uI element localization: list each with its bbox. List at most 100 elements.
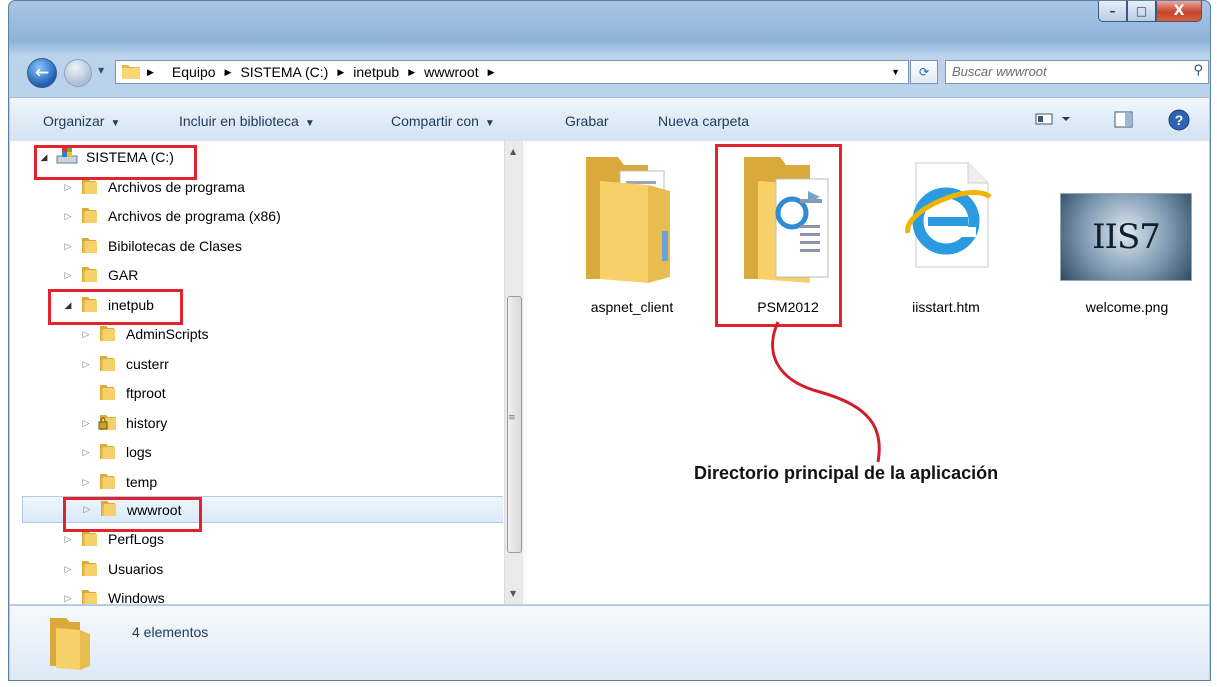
expand-arrow-icon[interactable]: ▷: [62, 270, 74, 281]
highlight-drive-box: [34, 145, 197, 180]
maximize-button[interactable]: □: [1127, 1, 1156, 22]
expand-arrow-icon[interactable]: ▷: [62, 211, 74, 222]
folder-icon: [50, 618, 90, 670]
address-dropdown-icon[interactable]: ▼: [891, 67, 900, 77]
expand-arrow-icon[interactable]: ▷: [62, 182, 74, 193]
tree-item[interactable]: ▷ Usuarios: [62, 557, 503, 581]
tree-item[interactable]: ▷ history: [80, 411, 503, 435]
annotation-connector: [771, 321, 881, 463]
minimize-button[interactable]: –: [1098, 1, 1127, 22]
search-input[interactable]: [952, 63, 1172, 80]
internet-explorer-document-icon: [905, 162, 992, 268]
tree-item[interactable]: ▷ AdminScripts: [80, 322, 503, 346]
folder-icon: [98, 442, 118, 463]
file-name: welcome.png: [1085, 299, 1169, 315]
expand-arrow-icon[interactable]: ▷: [80, 418, 92, 429]
address-bar[interactable]: ▶ Equipo ▶ SISTEMA (C:) ▶ inetpub ▶ wwwroot…: [115, 60, 909, 84]
forward-arrow-icon: →: [70, 63, 86, 83]
folder-icon: [80, 206, 100, 227]
tree-item-label: Archivos de programa: [108, 179, 245, 195]
file-item[interactable]: IIS7 welcome.png: [1052, 151, 1202, 315]
tree-item-label: temp: [126, 474, 158, 490]
breadcrumb-item[interactable]: SISTEMA (C:) ▶: [240, 64, 344, 80]
file-name: iisstart.htm: [912, 299, 980, 315]
refresh-button[interactable]: ⟳: [910, 60, 938, 84]
close-button[interactable]: X: [1156, 1, 1202, 22]
tree-item[interactable]: ▷ logs: [80, 440, 503, 464]
details-pane: 4 elementos: [10, 605, 1209, 680]
chevron-down-icon: ▼: [304, 118, 315, 129]
new-folder-button[interactable]: Nueva carpeta: [658, 113, 749, 129]
folder-icon: [80, 559, 100, 580]
tree-item-label: logs: [126, 444, 152, 460]
annotation-text: Directorio principal de la aplicación: [694, 463, 999, 483]
folder-icon: [586, 157, 670, 283]
highlight-inetpub-box: [48, 289, 183, 325]
tree-item-label: history: [126, 415, 168, 431]
forward-button[interactable]: →: [64, 59, 92, 87]
preview-pane-button[interactable]: [1114, 111, 1134, 132]
tree-item[interactable]: ▷ Windows: [62, 586, 503, 604]
organize-menu[interactable]: Organizar ▼: [43, 113, 120, 129]
folder-icon: [80, 588, 100, 604]
tree-item-label: Usuarios: [108, 561, 164, 577]
chevron-down-icon: ▼: [110, 118, 121, 129]
chevron-right-icon: ▶: [487, 66, 495, 77]
back-arrow-icon: ←: [34, 63, 50, 83]
tree-item-label: PerfLogs: [108, 531, 165, 547]
svg-text:?: ?: [1175, 112, 1184, 128]
expand-arrow-icon[interactable]: ▷: [80, 359, 92, 370]
tree-item[interactable]: ▷ custerr: [80, 352, 503, 376]
tree-item[interactable]: ftproot: [80, 381, 503, 405]
navigation-bar: ← → ▼ ▶ Equipo ▶ SISTEMA (C:) ▶ inetpub ▶ w…: [17, 56, 1209, 88]
tree-item-label: AdminScripts: [126, 326, 209, 342]
back-button[interactable]: ←: [27, 58, 57, 88]
breadcrumb-item[interactable]: wwwroot ▶: [424, 64, 494, 80]
highlight-psm2012-box: [715, 144, 842, 327]
folder-icon: [98, 324, 118, 345]
folder-icon: [121, 62, 141, 83]
breadcrumb-item[interactable]: Equipo ▶: [172, 64, 232, 80]
include-library-menu[interactable]: Incluir en biblioteca ▼: [179, 113, 315, 129]
folder-icon: [80, 236, 100, 257]
expand-arrow-icon[interactable]: ▷: [80, 329, 92, 340]
scrollbar-thumb[interactable]: [507, 296, 522, 553]
share-with-menu[interactable]: Compartir con ▼: [391, 113, 495, 129]
file-name: aspnet_client: [590, 299, 674, 315]
folder-icon: [98, 354, 118, 375]
expand-arrow-icon[interactable]: ▷: [62, 534, 74, 545]
burn-button[interactable]: Grabar: [565, 113, 609, 129]
expand-arrow-icon[interactable]: ▷: [80, 477, 92, 488]
breadcrumb-item[interactable]: inetpub ▶: [353, 64, 415, 80]
search-icon[interactable]: ⚲: [1193, 63, 1203, 78]
file-item[interactable]: aspnet_client: [562, 151, 702, 315]
help-button[interactable]: ?: [1168, 109, 1190, 134]
item-count: 4 elementos: [132, 624, 209, 640]
tree-item[interactable]: ▷ Bibilotecas de Clases: [62, 234, 503, 258]
file-item[interactable]: iisstart.htm: [886, 151, 1006, 315]
thumbnail-text: IIS7: [1092, 217, 1161, 257]
tree-item-label: GAR: [108, 267, 139, 283]
scroll-up-icon[interactable]: ▲: [510, 147, 516, 156]
change-view-button[interactable]: [1035, 111, 1075, 130]
scrollbar-grip-icon: ≡: [508, 413, 516, 423]
tree-item-label: Windows: [108, 590, 165, 604]
tree-item[interactable]: ▷ Archivos de programa (x86): [62, 204, 503, 228]
recent-pages-dropdown[interactable]: ▼: [98, 66, 104, 75]
search-box[interactable]: ⚲: [945, 60, 1209, 84]
command-bar: Organizar ▼ Incluir en biblioteca ▼ Compar…: [10, 97, 1209, 142]
expand-arrow-icon[interactable]: ▷: [80, 447, 92, 458]
navigation-scrollbar[interactable]: ▲ ≡ ▼: [504, 141, 523, 604]
tree-item[interactable]: ▷ temp: [80, 470, 503, 494]
expand-arrow-icon[interactable]: ▷: [62, 241, 74, 252]
tree-item[interactable]: ▷ GAR: [62, 263, 503, 287]
chevron-right-icon: ▶: [408, 66, 416, 77]
navigation-pane: ◢ SISTEMA (C:) ▷ Archivos de programa ▷ Archi…: [10, 141, 503, 604]
folder-icon: [98, 472, 118, 493]
scroll-down-icon[interactable]: ▼: [510, 589, 516, 598]
expand-arrow-icon[interactable]: ▷: [62, 593, 74, 604]
explorer-window: – □ X ← → ▼ ▶ Equipo ▶ SISTEMA (C:) ▶ inet…: [8, 0, 1211, 681]
expand-arrow-icon[interactable]: ▷: [62, 564, 74, 575]
chevron-right-icon: ▶: [224, 66, 232, 77]
chevron-right-icon: ▶: [147, 66, 154, 77]
